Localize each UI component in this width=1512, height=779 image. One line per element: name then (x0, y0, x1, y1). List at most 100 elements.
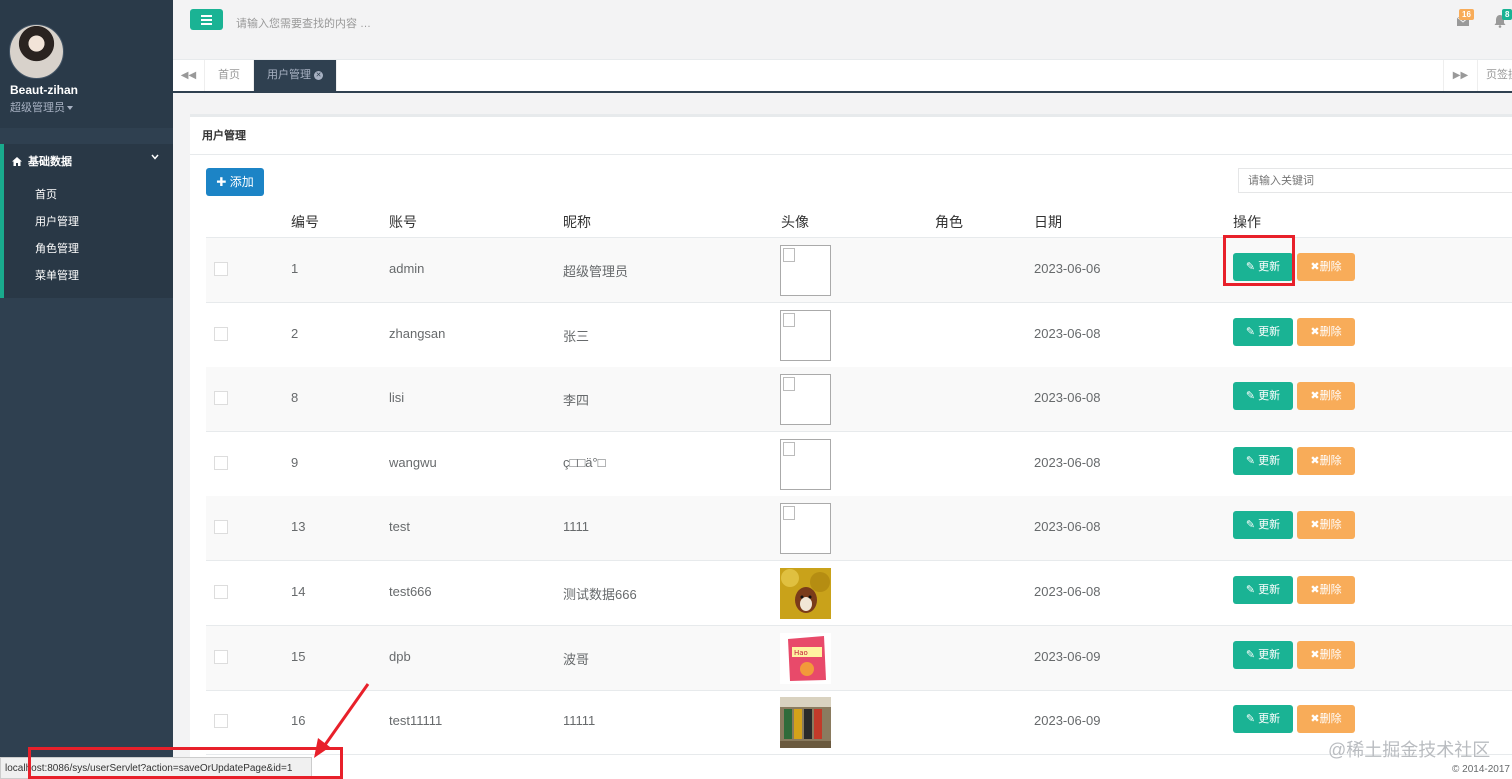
close-icon[interactable]: ✕ (314, 70, 323, 80)
table-row: 8 lisi 李四 2023-06-08 ✎ 更新 ✖删除 (206, 367, 1512, 433)
delete-button[interactable]: ✖删除 (1297, 640, 1355, 669)
row-checkbox[interactable] (214, 262, 228, 276)
delete-button[interactable]: ✖删除 (1297, 576, 1355, 604)
delete-button[interactable]: ✖删除 (1297, 511, 1355, 540)
mail-badge: 16 (1459, 9, 1474, 20)
avatar-image (780, 697, 831, 749)
delete-button-label: 删除 (1319, 390, 1342, 403)
tabs-scroll-left-button[interactable]: ◀◀ (173, 60, 205, 91)
close-icon: ✖ (1310, 713, 1320, 726)
add-button-label: 添加 (229, 175, 254, 189)
caret-down-icon (67, 106, 73, 111)
menu-toggle-button[interactable] (190, 9, 223, 30)
user-name: Beaut-zihan (10, 83, 79, 97)
close-icon: ✖ (1310, 648, 1320, 661)
update-button-label: 更新 (1258, 584, 1281, 596)
avatar-image: Hao (780, 632, 831, 684)
bell-badge: 8 (1502, 9, 1512, 20)
double-left-arrow-icon: ◀◀ (180, 70, 197, 81)
highlight-box-url (28, 747, 343, 779)
table-row: 13 test 1111 2023-06-08 ✎ 更新 ✖删除 (206, 496, 1512, 562)
cell-nickname: 11111 (563, 713, 596, 729)
avatar[interactable] (9, 24, 64, 79)
tabs-options-dropdown[interactable]: 页签操作 (1477, 60, 1512, 91)
sidebar-item-menus[interactable]: 菜单管理 (35, 267, 79, 283)
cell-date: 2023-06-08 (1034, 390, 1101, 406)
cell-id: 16 (291, 713, 306, 729)
edit-icon: ✎ (1245, 648, 1256, 661)
update-button-label: 更新 (1258, 648, 1281, 661)
update-button[interactable]: ✎ 更新 (1233, 640, 1293, 669)
cell-nickname: 张三 (563, 328, 590, 344)
home-icon (12, 157, 22, 166)
update-button[interactable]: ✎ 更新 (1233, 382, 1293, 411)
delete-button[interactable]: ✖删除 (1297, 253, 1355, 281)
hamburger-icon-line (201, 19, 212, 21)
hamburger-icon (201, 15, 212, 17)
add-button[interactable]: ✚ 添加 (206, 168, 264, 196)
sidebar-item-home[interactable]: 首页 (35, 186, 57, 202)
delete-button-label: 删除 (1319, 648, 1342, 661)
delete-button-label: 删除 (1319, 325, 1342, 338)
close-icon: ✖ (1310, 519, 1320, 532)
sidebar-item-users[interactable]: 用户管理 (35, 213, 79, 229)
user-management-panel: 用户管理 ✚ 添加 编号 账号 昵称 头像 角色 日期 操作 1 admin 超级管… (190, 114, 1512, 779)
sidebar-item-roles[interactable]: 角色管理 (35, 240, 79, 256)
table-row: 1 admin 超级管理员 2023-06-06 ✎ 更新 ✖删除 (206, 238, 1512, 303)
cell-nickname: 测试数据666 (563, 587, 637, 602)
cell-id: 1 (291, 261, 299, 276)
delete-button[interactable]: ✖删除 (1297, 317, 1355, 346)
watermark: @稀土掘金技术社区 (1328, 740, 1491, 760)
update-button[interactable]: ✎ 更新 (1233, 446, 1293, 475)
row-checkbox[interactable] (214, 585, 228, 599)
column-header-account: 账号 (389, 214, 417, 230)
row-checkbox[interactable] (214, 649, 228, 664)
sidebar: Beaut-zihan 超级管理员 基础数据 首页 用户管理 角色管理 菜单管理 (0, 0, 173, 779)
update-button[interactable]: ✎ 更新 (1233, 317, 1293, 346)
row-checkbox[interactable] (214, 455, 228, 470)
chevron-down-icon[interactable] (151, 154, 159, 160)
table-row: 15 dpb 波哥 Hao 2023-06-09 ✎ 更新 ✖删除 (206, 625, 1512, 691)
cell-id: 13 (291, 519, 306, 535)
cell-date: 2023-06-09 (1034, 713, 1101, 729)
cell-nickname: ç□□ä°□ (563, 454, 606, 470)
delete-button[interactable]: ✖删除 (1297, 382, 1355, 411)
delete-button-label: 删除 (1319, 519, 1342, 532)
cell-date: 2023-06-06 (1034, 261, 1101, 276)
row-checkbox[interactable] (214, 714, 228, 729)
menu-group-header[interactable]: 基础数据 (12, 153, 72, 169)
column-header-avatar: 头像 (781, 214, 809, 230)
delete-button-label: 删除 (1319, 454, 1342, 467)
row-checkbox[interactable] (214, 326, 228, 341)
column-header-id: 编号 (291, 214, 319, 230)
tabs-scroll-right-button[interactable]: ▶▶ (1443, 60, 1477, 91)
cell-id: 2 (291, 325, 299, 341)
update-button[interactable]: ✎ 更新 (1233, 511, 1293, 540)
cell-nickname: 李四 (563, 393, 590, 409)
tab-user-management[interactable]: 用户管理 ✕ (254, 60, 337, 91)
top-search-input[interactable]: 请输入您需要查找的内容 … (236, 15, 371, 31)
update-button[interactable]: ✎ 更新 (1233, 576, 1293, 604)
highlight-box-update-button (1223, 235, 1295, 286)
page-tabs-bar: ◀◀ 首页 用户管理✕ ▶▶ 页签操作 (173, 60, 1512, 93)
keyword-search-input[interactable] (1238, 168, 1512, 193)
close-icon: ✖ (1310, 584, 1320, 596)
delete-button-label: 删除 (1319, 261, 1342, 273)
row-checkbox[interactable] (214, 391, 228, 406)
update-button-label: 更新 (1258, 519, 1281, 532)
cell-id: 15 (291, 648, 306, 664)
svg-text:Hao: Hao (794, 649, 808, 657)
delete-button[interactable]: ✖删除 (1297, 446, 1355, 475)
tab-home[interactable]: 首页 (205, 60, 254, 91)
user-role-dropdown[interactable]: 超级管理员 (10, 99, 73, 115)
row-checkbox[interactable] (214, 520, 228, 535)
update-button[interactable]: ✎ 更新 (1233, 705, 1293, 734)
edit-icon: ✎ (1245, 454, 1256, 467)
table-row: 9 wangwu ç□□ä°□ 2023-06-08 ✎ 更新 ✖删除 (206, 432, 1512, 497)
edit-icon: ✎ (1245, 713, 1256, 726)
panel-title: 用户管理 (202, 130, 246, 142)
close-icon: ✖ (1310, 325, 1320, 338)
cell-nickname: 1111 (563, 519, 590, 535)
column-header-role: 角色 (935, 214, 963, 230)
delete-button[interactable]: ✖删除 (1297, 705, 1355, 734)
